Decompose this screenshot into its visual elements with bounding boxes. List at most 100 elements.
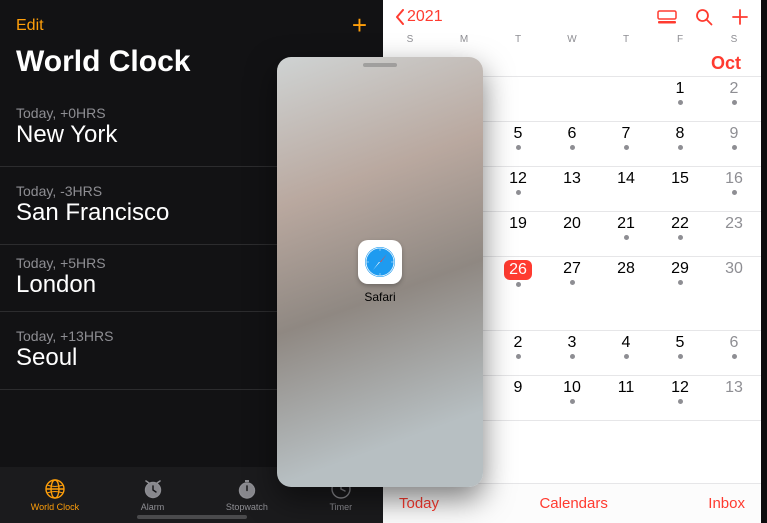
day-cell (491, 77, 545, 121)
edit-button[interactable]: Edit (16, 17, 44, 35)
tab-stopwatch[interactable]: Stopwatch (226, 479, 268, 512)
search-icon[interactable] (695, 8, 713, 26)
day-number: 13 (563, 170, 581, 188)
back-button[interactable]: 2021 (395, 8, 443, 26)
day-cell[interactable]: 6 (707, 331, 761, 375)
add-event-button[interactable] (731, 8, 749, 26)
day-cell[interactable]: 1 (653, 77, 707, 121)
day-cell[interactable]: 30 (707, 257, 761, 301)
day-cell[interactable]: 29 (653, 257, 707, 301)
day-cell[interactable]: 3 (545, 331, 599, 375)
globe-icon (44, 479, 66, 499)
today-button[interactable]: Today (399, 495, 439, 512)
weekday-label: W (545, 34, 599, 45)
day-cell[interactable]: 20 (545, 212, 599, 256)
day-number: 5 (676, 334, 685, 352)
day-number: 20 (563, 215, 581, 233)
stopwatch-icon (236, 479, 258, 499)
event-dot-icon (516, 145, 521, 150)
event-dot-icon (678, 100, 683, 105)
day-cell (545, 421, 599, 465)
back-year-label: 2021 (407, 8, 443, 26)
tab-label: World Clock (31, 502, 79, 512)
day-number: 3 (568, 334, 577, 352)
calendar-toolbar: Today Calendars Inbox (383, 483, 761, 523)
calendar-actions (657, 8, 749, 26)
day-cell (653, 421, 707, 465)
tab-alarm[interactable]: Alarm (141, 479, 165, 512)
day-number: 13 (725, 379, 743, 397)
day-number: 10 (563, 379, 581, 397)
day-cell[interactable]: 26 (491, 257, 545, 301)
day-number: 30 (725, 260, 743, 278)
day-cell[interactable]: 12 (491, 167, 545, 211)
event-dot-icon (678, 145, 683, 150)
day-cell[interactable]: 15 (653, 167, 707, 211)
day-cell[interactable]: 23 (707, 212, 761, 256)
day-number: 26 (504, 260, 532, 280)
day-number: 22 (671, 215, 689, 233)
day-number: 27 (563, 260, 581, 278)
day-number: 12 (671, 379, 689, 397)
inbox-button[interactable]: Inbox (708, 495, 745, 512)
event-dot-icon (732, 190, 737, 195)
event-dot-icon (570, 354, 575, 359)
day-cell[interactable]: 12 (653, 376, 707, 420)
day-number: 16 (725, 170, 743, 188)
tab-label: Stopwatch (226, 502, 268, 512)
day-cell[interactable]: 13 (707, 376, 761, 420)
day-cell[interactable]: 14 (599, 167, 653, 211)
day-number: 12 (509, 170, 527, 188)
event-dot-icon (516, 190, 521, 195)
tab-label: Alarm (141, 502, 165, 512)
day-cell[interactable]: 22 (653, 212, 707, 256)
event-dot-icon (624, 235, 629, 240)
day-number: 2 (730, 80, 739, 98)
city-name: New York (16, 121, 117, 149)
day-number: 1 (676, 80, 685, 98)
tab-world-clock[interactable]: World Clock (31, 479, 79, 512)
day-cell[interactable]: 8 (653, 122, 707, 166)
event-dot-icon (678, 235, 683, 240)
day-cell[interactable]: 27 (545, 257, 599, 301)
calendars-button[interactable]: Calendars (539, 495, 607, 512)
day-number: 29 (671, 260, 689, 278)
day-cell (599, 421, 653, 465)
city-offset: Today, -3HRS (16, 183, 169, 199)
day-number: 6 (730, 334, 739, 352)
event-dot-icon (678, 354, 683, 359)
day-cell[interactable]: 7 (599, 122, 653, 166)
day-cell[interactable]: 13 (545, 167, 599, 211)
day-cell[interactable]: 21 (599, 212, 653, 256)
day-cell[interactable]: 19 (491, 212, 545, 256)
day-cell[interactable]: 9 (491, 376, 545, 420)
view-toggle-icon[interactable] (657, 10, 677, 24)
day-cell[interactable]: 2 (707, 77, 761, 121)
day-cell[interactable]: 11 (599, 376, 653, 420)
safari-icon[interactable] (358, 240, 402, 284)
event-dot-icon (570, 280, 575, 285)
day-cell[interactable]: 5 (491, 122, 545, 166)
home-indicator[interactable] (137, 515, 247, 519)
slideover-card[interactable]: Safari (277, 57, 483, 487)
day-number: 5 (514, 125, 523, 143)
day-cell[interactable]: 10 (545, 376, 599, 420)
weekday-label: M (437, 34, 491, 45)
day-cell (707, 421, 761, 465)
safari-label: Safari (364, 290, 395, 304)
day-cell[interactable]: 2 (491, 331, 545, 375)
day-cell[interactable]: 9 (707, 122, 761, 166)
city-name: San Francisco (16, 199, 169, 227)
day-number: 9 (730, 125, 739, 143)
city-offset: Today, +5HRS (16, 255, 106, 271)
event-dot-icon (678, 280, 683, 285)
day-cell[interactable]: 16 (707, 167, 761, 211)
day-cell[interactable]: 5 (653, 331, 707, 375)
day-cell[interactable]: 28 (599, 257, 653, 301)
calendar-navbar: 2021 (383, 0, 761, 32)
alarm-icon (142, 479, 164, 499)
day-cell[interactable]: 6 (545, 122, 599, 166)
day-number: 19 (509, 215, 527, 233)
day-cell[interactable]: 4 (599, 331, 653, 375)
add-city-button[interactable]: + (352, 10, 367, 41)
